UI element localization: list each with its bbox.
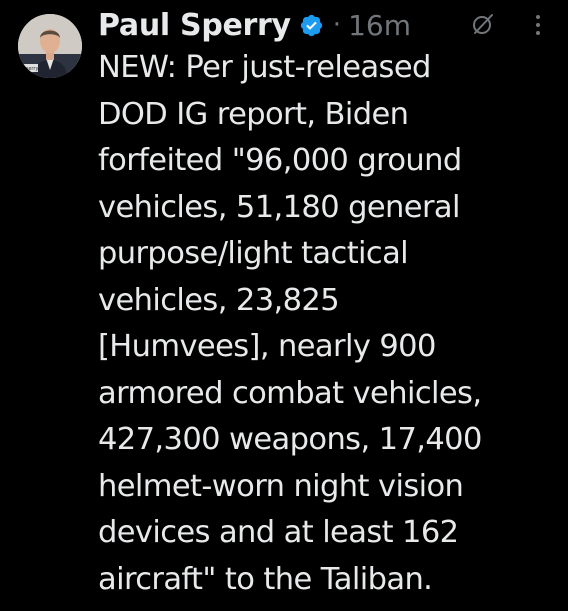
author-avatar[interactable]: Sperry [18, 14, 82, 78]
tweet-line: 427,300 weapons, 17,400 [98, 422, 482, 457]
tweet-line: purpose/light tactical [98, 236, 409, 271]
grok-icon[interactable] [471, 12, 495, 36]
more-options-icon[interactable] [528, 12, 548, 38]
tweet-line: forfeited "96,000 ground [98, 143, 462, 178]
tweet-line: NEW: Per just-released [98, 50, 431, 85]
tweet-line: DOD IG report, Biden [98, 96, 409, 132]
tweet-line: vehicles, 51,180 general [98, 189, 460, 225]
tweet-text: NEW: Per just-released DOD IG report, Bi… [98, 45, 560, 603]
tweet-line: armored combat vehicles, [98, 375, 482, 411]
meta-separator: · [332, 10, 342, 40]
verified-badge-icon [300, 14, 322, 36]
avatar-caption: Sperry [22, 66, 38, 72]
tweet-timestamp[interactable]: 16m [348, 9, 411, 42]
tweet-line: helmet-worn night vision [98, 468, 464, 504]
tweet-header: Paul Sperry · 16m [98, 2, 411, 48]
avatar-photo: Sperry [18, 14, 82, 78]
author-name[interactable]: Paul Sperry [98, 8, 291, 43]
tweet-line: vehicles, 23,825 [98, 282, 340, 318]
tweet-line: [Humvees], nearly 900 [98, 329, 436, 364]
tweet-line: devices and at least 162 [98, 515, 459, 550]
tweet-line: aircraft" to the Taliban. [98, 561, 433, 597]
